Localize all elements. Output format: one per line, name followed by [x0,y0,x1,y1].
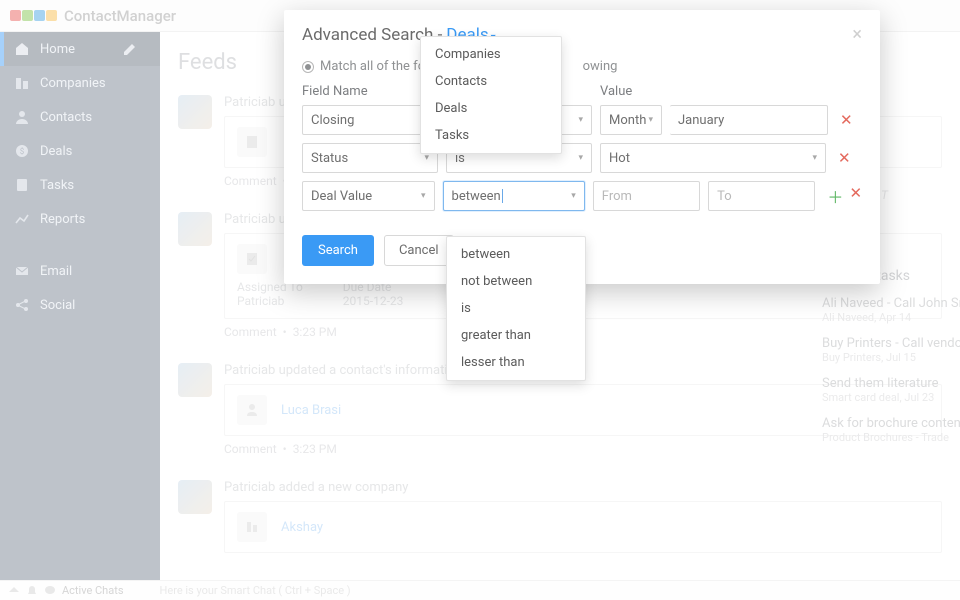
value-select[interactable]: Hot▾ [600,143,826,173]
cond-option[interactable]: between [447,241,585,268]
match-any-label: owing [583,59,618,74]
field-select[interactable]: Closing▾ [302,105,438,135]
to-input[interactable]: To [708,181,815,211]
from-input[interactable]: From [593,181,700,211]
condition-dropdown: between not between is greater than less… [446,236,586,381]
remove-row-icon[interactable]: ✕ [849,184,862,208]
criteria-row: Status▾ is▾ Hot▾ ✕ [302,143,862,173]
chevron-down-icon: ▾ [421,191,426,201]
cond-option[interactable]: not between [447,268,585,295]
entity-option-tasks[interactable]: Tasks [421,122,561,149]
chevron-down-icon: ▾ [812,153,817,163]
value-select[interactable]: January [670,105,828,135]
entity-option-deals[interactable]: Deals [421,95,561,122]
remove-row-icon[interactable]: ✕ [838,149,851,167]
chevron-down-icon: ▾ [578,153,583,163]
col-value-label: Value [600,84,824,99]
cond-option[interactable]: is [447,295,585,322]
field-select[interactable]: Status▾ [302,143,438,173]
cond-option[interactable]: lesser than [447,349,585,376]
criteria-row: Closing▾ on▾ Month▾ January ✕ [302,105,862,135]
match-all-radio[interactable] [302,61,314,73]
close-icon[interactable]: × [852,24,862,45]
entity-option-contacts[interactable]: Contacts [421,68,561,95]
chevron-down-icon: ▾ [648,115,653,125]
criteria-row: Deal Value▾ between▾ From To ＋✕ [302,181,862,211]
entity-option-companies[interactable]: Companies [421,41,561,68]
chevron-down-icon: ▾ [578,115,583,125]
value-mode-select[interactable]: Month▾ [600,105,662,135]
cancel-button[interactable]: Cancel [384,235,454,266]
entity-dropdown: Companies Contacts Deals Tasks [420,36,562,154]
add-row-icon[interactable]: ＋ [827,184,843,208]
cond-option[interactable]: greater than [447,322,585,349]
remove-row-icon[interactable]: ✕ [840,111,853,129]
field-select[interactable]: Deal Value▾ [302,181,435,211]
chevron-down-icon: ▾ [424,153,429,163]
search-button[interactable]: Search [302,235,374,266]
condition-select[interactable]: between▾ [443,181,585,211]
chevron-down-icon: ▾ [571,191,576,201]
